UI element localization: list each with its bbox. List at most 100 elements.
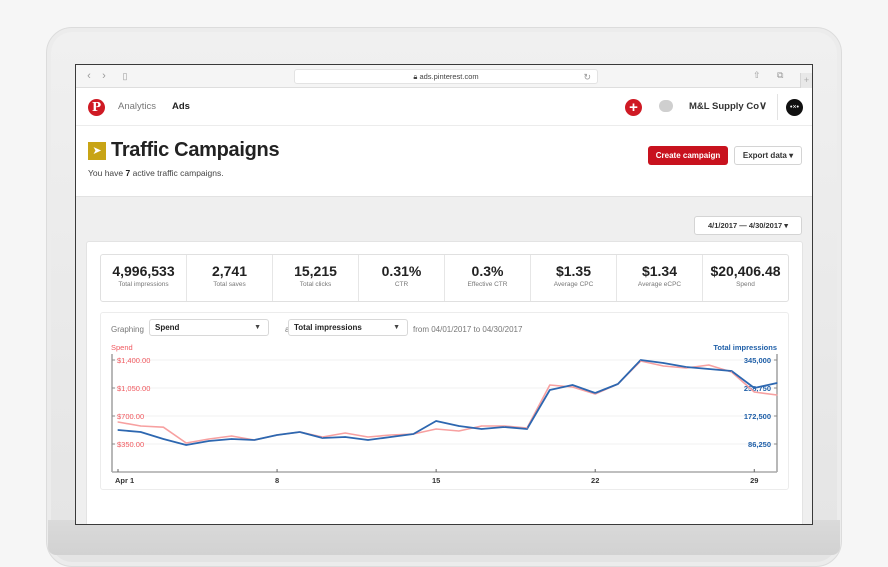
right-tick-label: 172,500: [744, 412, 771, 421]
create-plus-icon[interactable]: +: [625, 99, 642, 116]
impressions-data-point: [276, 434, 278, 436]
impressions-data-point: [253, 439, 255, 441]
share-icon[interactable]: ⇧: [753, 70, 761, 81]
account-switcher[interactable]: M&L Supply Co: [689, 101, 759, 112]
spend-data-point: [776, 394, 778, 396]
create-campaign-button[interactable]: Create campaign: [648, 146, 728, 165]
x-tick-label: 29: [750, 476, 758, 485]
header-divider: [777, 94, 778, 120]
stats-bar: 4,996,533 Total impressions 2,741 Total sav…: [100, 254, 789, 302]
impressions-data-point: [140, 431, 142, 433]
spend-data-point: [753, 391, 755, 393]
subtitle-prefix: You have: [88, 168, 126, 178]
subtitle-suffix: active traffic campaigns.: [130, 168, 224, 178]
stat-value: $20,406.48: [710, 263, 781, 279]
stat-label: Total clicks: [299, 281, 332, 288]
stat-tile: $20,406.48 Spend: [703, 255, 788, 301]
stat-tile: 0.31% CTR: [359, 255, 445, 301]
stat-label: Average eCPC: [637, 281, 682, 288]
chart-card: Graphing Spend▼ and Total impressions▼ f…: [100, 312, 789, 490]
impressions-data-point: [390, 436, 392, 438]
reload-icon[interactable]: ↻: [583, 70, 591, 84]
app-header: P Analytics Ads + M&L Supply Co ∨ •×•: [76, 88, 812, 126]
impressions-data-point: [708, 368, 710, 370]
tabs-icon[interactable]: ⧉: [777, 70, 783, 81]
back-icon[interactable]: ‹: [83, 70, 95, 82]
spend-data-point: [571, 386, 574, 388]
stat-label: Spend: [736, 281, 755, 288]
stat-value: $1.34: [641, 263, 678, 279]
spend-data-point: [344, 432, 346, 434]
impressions-data-point: [503, 426, 505, 428]
stat-value: 2,741: [211, 263, 248, 279]
nav-analytics[interactable]: Analytics: [118, 101, 156, 112]
left-tick-label: $700.00: [117, 412, 144, 421]
messages-icon[interactable]: [659, 100, 673, 112]
impressions-data-point: [412, 433, 415, 435]
url-text: ads.pinterest.com: [419, 72, 479, 81]
impressions-data-point: [571, 384, 574, 386]
impressions-data-point: [162, 438, 165, 440]
impressions-data-point: [662, 362, 664, 364]
stat-value: 0.31%: [381, 263, 422, 279]
impressions-data-point: [367, 439, 369, 441]
impressions-data-point: [231, 438, 233, 440]
spend-series-line: [117, 360, 778, 444]
stat-value: 0.3%: [471, 263, 504, 279]
left-tick-label: $1,400.00: [117, 356, 150, 365]
spend-data-point: [640, 360, 642, 362]
x-tick-label: 8: [275, 476, 279, 485]
right-tick-label: 345,000: [744, 356, 771, 365]
spend-data-point: [458, 430, 460, 432]
stat-tile: $1.35 Average CPC: [531, 255, 617, 301]
impressions-data-point: [730, 370, 733, 372]
browser-window: ‹ › ▯ 🔒︎ ads.pinterest.com ↻ ⇧ ⧉ + P Ana…: [75, 64, 813, 525]
sidebar-icon[interactable]: ▯: [119, 70, 131, 82]
impressions-series-line: [117, 359, 778, 446]
spend-data-point: [435, 428, 437, 430]
impressions-data-point: [776, 382, 778, 384]
spend-data-point: [231, 435, 233, 437]
spend-data-point: [140, 425, 142, 427]
new-tab-icon[interactable]: +: [800, 73, 812, 88]
cursor-icon: ➤: [88, 142, 106, 160]
right-axis-title: Total impressions: [713, 343, 777, 352]
impressions-data-point: [617, 383, 619, 385]
impressions-data-point: [117, 429, 119, 431]
stat-value: $1.35: [555, 263, 592, 279]
spend-data-point: [185, 442, 187, 444]
impressions-data-point: [480, 428, 483, 430]
browser-toolbar: ‹ › ▯ 🔒︎ ads.pinterest.com ↻ ⇧ ⧉ +: [76, 65, 812, 88]
spend-data-point: [390, 434, 392, 436]
spend-data-point: [208, 438, 210, 440]
page-header: ➤ Traffic Campaigns You have 7 active tr…: [76, 127, 812, 197]
impressions-data-point: [640, 359, 642, 361]
impressions-data-point: [344, 436, 346, 438]
chevron-down-icon[interactable]: ∨: [759, 99, 767, 112]
date-range-picker[interactable]: 4/1/2017 — 4/30/2017 ▾: [694, 216, 802, 235]
forward-icon[interactable]: ›: [98, 70, 110, 82]
impressions-data-point: [458, 425, 460, 427]
right-tick-label: 86,250: [748, 440, 771, 449]
stat-tile: 15,215 Total clicks: [273, 255, 359, 301]
nav-ads[interactable]: Ads: [172, 101, 190, 112]
x-tick-label: 15: [432, 476, 440, 485]
spend-data-point: [662, 365, 664, 367]
spend-data-point: [708, 364, 710, 366]
address-bar[interactable]: 🔒︎ ads.pinterest.com ↻: [294, 69, 598, 84]
left-tick-label: $350.00: [117, 440, 144, 449]
line-chart: Spend Total impressions $350.00 $700.00 $1,0…: [111, 343, 778, 485]
stat-value: 4,996,533: [112, 263, 175, 279]
stat-label: Average CPC: [553, 281, 594, 288]
pinterest-logo-icon[interactable]: P: [88, 99, 105, 116]
export-data-button[interactable]: Export data ▾: [734, 146, 802, 165]
impressions-data-point: [435, 420, 437, 422]
metrics-card: 4,996,533 Total impressions 2,741 Total sav…: [86, 241, 803, 524]
impressions-data-point: [526, 428, 528, 430]
spend-data-point: [367, 436, 369, 438]
spend-data-point: [549, 384, 551, 386]
page-title: Traffic Campaigns: [111, 139, 280, 161]
content-area: 4/1/2017 — 4/30/2017 ▾ 4,996,533 Total im…: [76, 197, 812, 524]
avatar[interactable]: •×•: [786, 99, 803, 116]
impressions-data-point: [321, 437, 324, 439]
